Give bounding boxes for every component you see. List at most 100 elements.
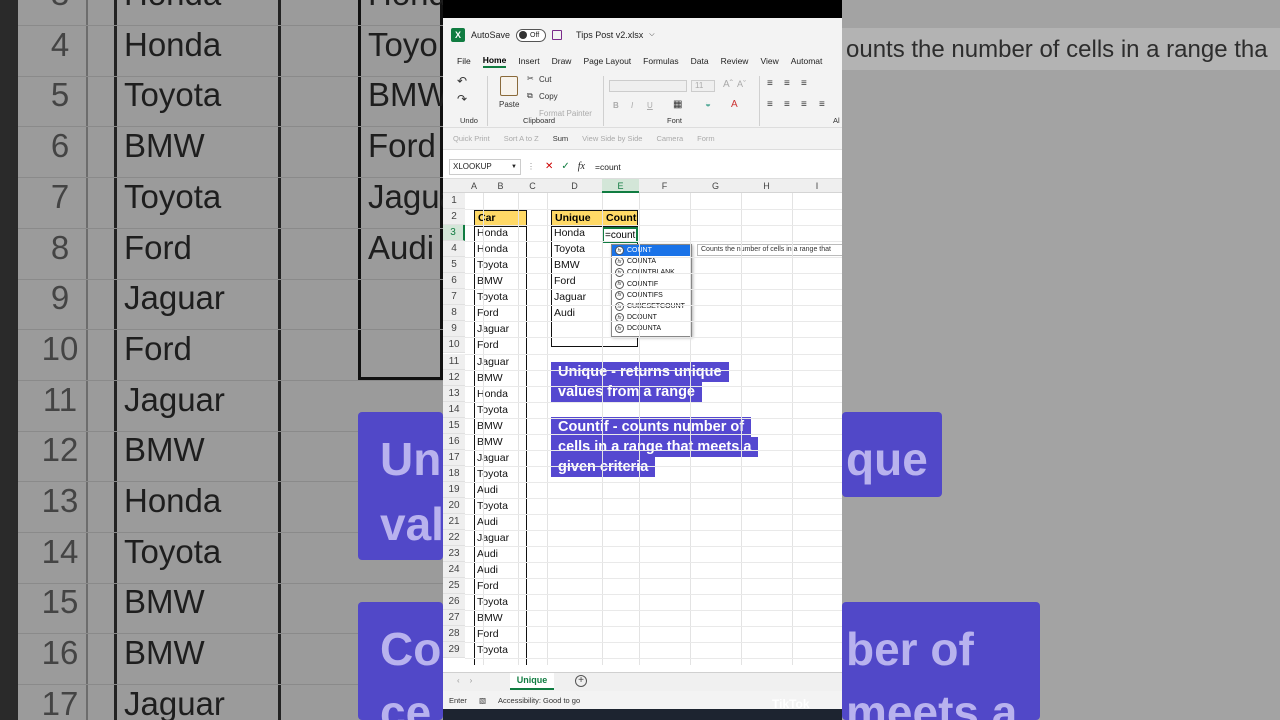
grow-font-icon[interactable]: Aˆ <box>723 79 733 90</box>
autocomplete-item[interactable]: fx DCOUNTA <box>612 323 691 334</box>
copy-button[interactable]: Copy <box>539 92 558 101</box>
car-cell[interactable]: Jaguar <box>477 530 509 546</box>
unique-cell[interactable]: BMW <box>554 257 580 273</box>
chevron-down-icon[interactable]: ⌵ <box>649 31 654 39</box>
row-header-4[interactable]: 4 <box>443 241 465 258</box>
row-header-25[interactable]: 25 <box>443 578 465 595</box>
menu-home[interactable]: Home <box>482 55 507 68</box>
car-cell[interactable]: Audi <box>477 482 498 498</box>
paste-button[interactable]: Paste <box>499 100 519 109</box>
column-header-b[interactable]: B <box>483 179 518 193</box>
undo-icon[interactable]: ↶ <box>457 74 467 88</box>
row-header-21[interactable]: 21 <box>443 514 465 530</box>
column-header-h[interactable]: H <box>741 179 792 193</box>
cut-icon[interactable]: ✂ <box>527 74 534 83</box>
indent-icon[interactable]: ≡ <box>819 99 825 110</box>
car-cell[interactable]: Toyota <box>477 257 508 273</box>
car-cell[interactable]: Jaguar <box>477 450 509 466</box>
row-header-3[interactable]: 3 <box>443 225 465 242</box>
menu-draw[interactable]: Draw <box>552 56 572 66</box>
qat-quick-print[interactable]: Quick Print <box>453 134 490 143</box>
qat-camera[interactable]: Camera <box>656 134 683 143</box>
cut-button[interactable]: Cut <box>539 75 551 84</box>
car-cell[interactable]: Toyota <box>477 642 508 658</box>
column-header-g[interactable]: G <box>690 179 741 193</box>
autocomplete-item[interactable]: fx CUBESETCOUNT <box>612 301 691 312</box>
car-cell[interactable]: Honda <box>477 241 508 257</box>
row-header-19[interactable]: 19 <box>443 481 465 498</box>
car-cell[interactable]: Toyota <box>477 402 508 418</box>
autosave-toggle[interactable]: Off <box>516 28 547 42</box>
chevron-down-icon[interactable]: ▼ <box>511 164 517 170</box>
font-size-box[interactable]: 11 <box>691 80 715 92</box>
formula-input[interactable]: =count <box>595 162 621 172</box>
car-cell[interactable]: BMW <box>477 434 503 450</box>
column-header-c[interactable]: C <box>518 179 547 193</box>
row-header-1[interactable]: 1 <box>443 193 465 209</box>
row-header-8[interactable]: 8 <box>443 305 465 322</box>
autocomplete-item[interactable]: fx COUNTIFS <box>612 290 691 301</box>
row-header-16[interactable]: 16 <box>443 433 465 450</box>
shrink-font-icon[interactable]: Aˇ <box>737 79 746 89</box>
sheet-nav-arrows[interactable]: ‹› <box>457 676 482 685</box>
column-header-e[interactable]: E <box>602 179 639 193</box>
car-cell[interactable]: Audi <box>477 514 498 530</box>
row-header-28[interactable]: 28 <box>443 626 465 643</box>
row-header-10[interactable]: 10 <box>443 337 465 354</box>
car-cell[interactable]: Ford <box>477 337 499 353</box>
add-sheet-icon[interactable]: + <box>575 675 587 687</box>
menu-formulas[interactable]: Formulas <box>643 56 678 66</box>
underline-button[interactable]: U <box>647 101 653 110</box>
menu-page-layout[interactable]: Page Layout <box>583 56 631 66</box>
font-color-icon[interactable]: A <box>731 99 738 110</box>
save-icon[interactable] <box>552 30 563 40</box>
car-cell[interactable]: Toyota <box>477 498 508 514</box>
car-cell[interactable]: BMW <box>477 273 503 289</box>
row-header-23[interactable]: 23 <box>443 546 465 563</box>
car-cell[interactable]: Audi <box>477 562 498 578</box>
menu-review[interactable]: Review <box>721 56 749 66</box>
car-cell[interactable]: Toyota <box>477 289 508 305</box>
menu-view[interactable]: View <box>760 56 778 66</box>
file-name[interactable]: Tips Post v2.xlsx <box>576 30 643 40</box>
car-cell[interactable]: Ford <box>477 578 499 594</box>
paste-icon[interactable] <box>500 76 518 96</box>
row-header-26[interactable]: 26 <box>443 594 465 611</box>
macro-icon[interactable]: ▧ <box>479 696 486 705</box>
row-header-18[interactable]: 18 <box>443 465 465 482</box>
menu-insert[interactable]: Insert <box>518 56 539 66</box>
accessibility-status[interactable]: Accessibility: Good to go <box>498 696 580 705</box>
row-header-20[interactable]: 20 <box>443 497 465 514</box>
qat-form[interactable]: Form <box>697 134 715 143</box>
row-header-27[interactable]: 27 <box>443 610 465 627</box>
car-cell[interactable]: Ford <box>477 626 499 642</box>
italic-button[interactable]: I <box>631 101 633 110</box>
menu-data[interactable]: Data <box>691 56 709 66</box>
car-cell[interactable]: Toyota <box>477 466 508 482</box>
font-name-box[interactable] <box>609 80 687 92</box>
car-cell[interactable]: Honda <box>477 386 508 402</box>
row-header-6[interactable]: 6 <box>443 273 465 290</box>
align-right-icon[interactable]: ≡ <box>801 99 807 110</box>
row-header-24[interactable]: 24 <box>443 562 465 579</box>
menu-automat[interactable]: Automat <box>791 56 823 66</box>
sheet-tab-unique[interactable]: Unique <box>510 673 554 690</box>
qat-sort-a-to-z[interactable]: Sort A to Z <box>504 134 539 143</box>
align-top-icon[interactable]: ≡ <box>767 78 773 89</box>
unique-cell[interactable]: Audi <box>554 305 575 321</box>
column-header-f[interactable]: F <box>639 179 690 193</box>
car-cell[interactable]: BMW <box>477 610 503 626</box>
align-left-icon[interactable]: ≡ <box>767 99 773 110</box>
qat-view-side-by-side[interactable]: View Side by Side <box>582 134 642 143</box>
row-header-2[interactable]: 2 <box>443 209 465 226</box>
bold-button[interactable]: B <box>613 101 619 110</box>
enter-icon[interactable]: ✓ <box>561 161 569 172</box>
unique-cell[interactable]: Ford <box>554 273 576 289</box>
fill-color-icon[interactable]: ◒ <box>705 99 711 110</box>
align-middle-icon[interactable]: ≡ <box>784 78 790 89</box>
qat-sum[interactable]: Sum <box>553 134 568 143</box>
row-header-5[interactable]: 5 <box>443 257 465 274</box>
column-header-i[interactable]: I <box>792 179 842 193</box>
cancel-icon[interactable]: ✕ <box>545 161 553 172</box>
row-header-17[interactable]: 17 <box>443 449 465 466</box>
